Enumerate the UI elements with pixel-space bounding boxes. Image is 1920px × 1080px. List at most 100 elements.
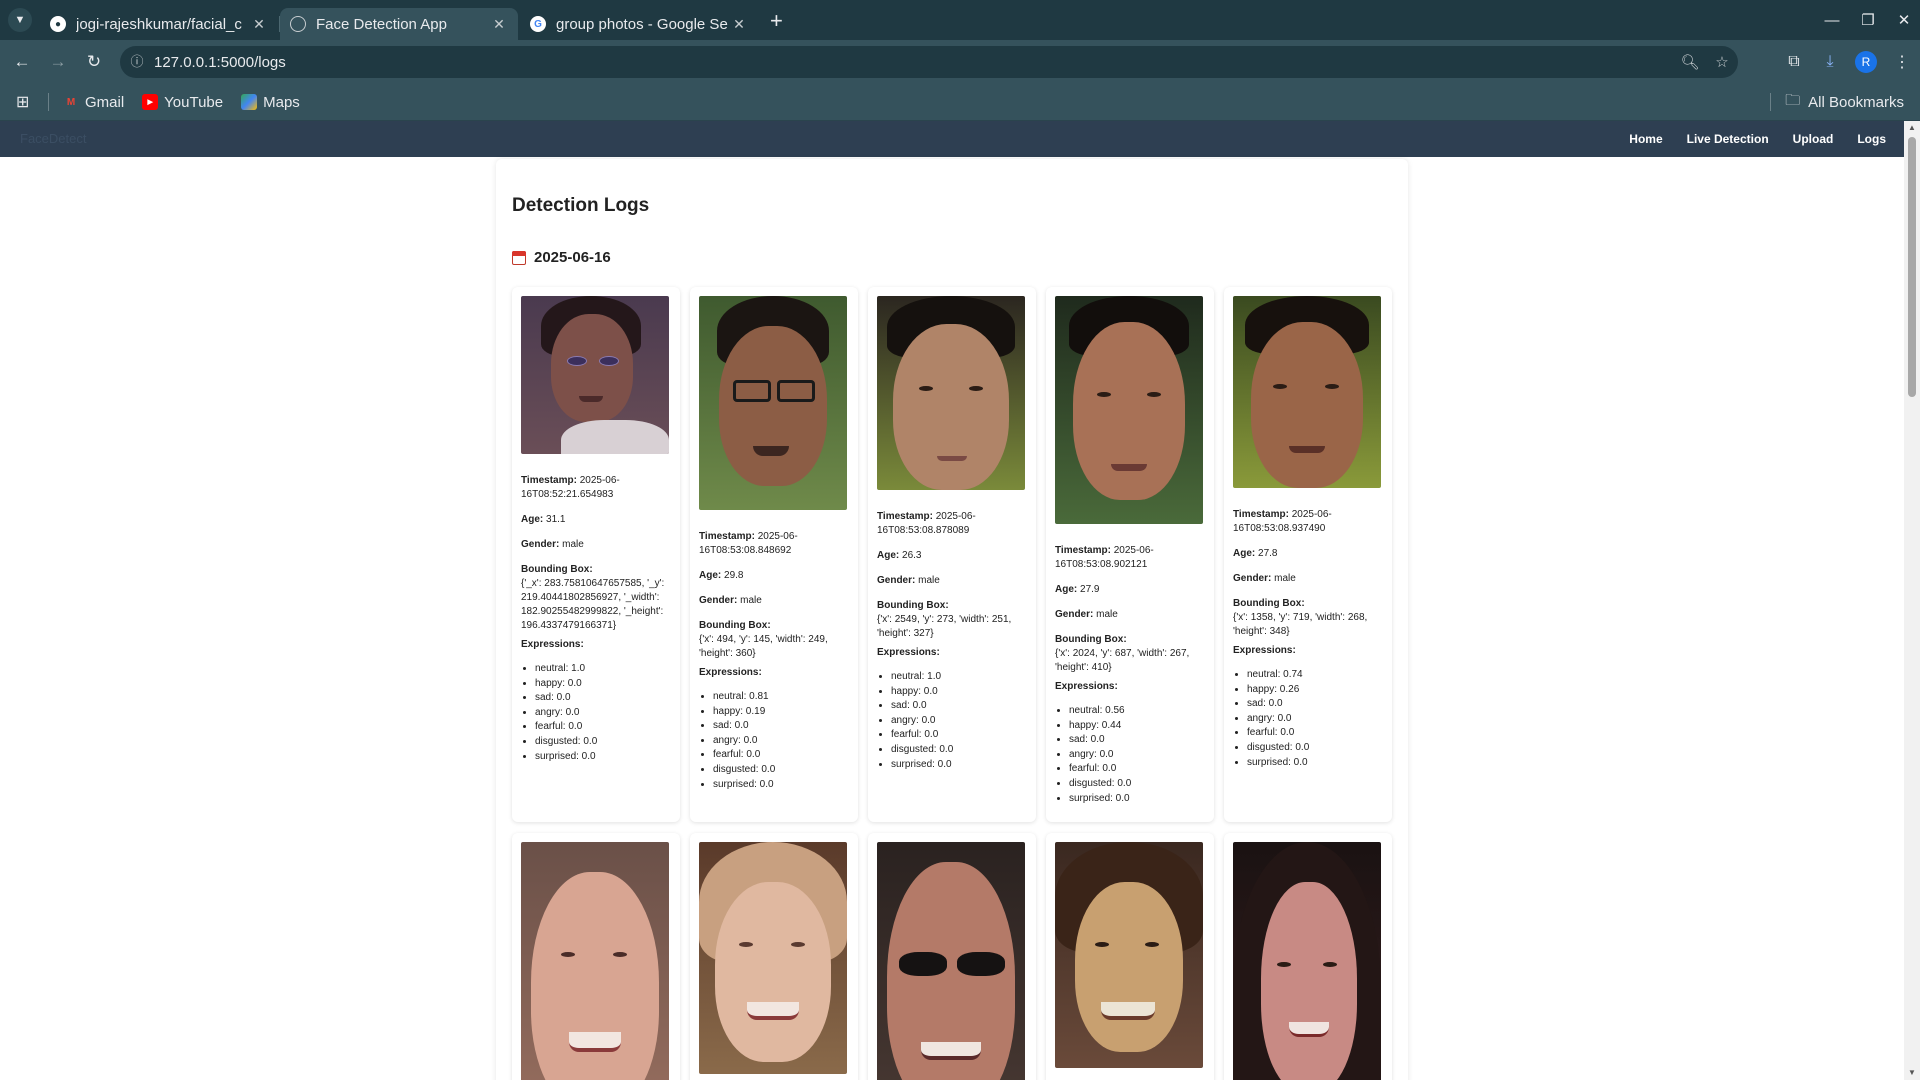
expression-item: surprised: 0.0 (891, 758, 1027, 773)
apps-grid-icon[interactable]: ⊞ (16, 92, 36, 112)
scrollbar-thumb[interactable] (1908, 137, 1916, 397)
close-icon[interactable]: ✕ (250, 16, 268, 33)
face-thumbnail (521, 296, 669, 454)
tab-github[interactable]: ● jogi-rajeshkumar/facial_c ✕ (40, 8, 280, 40)
bbox-label: Bounding Box: (1233, 598, 1305, 609)
youtube-icon: ▶ (142, 94, 159, 110)
gender-label: Gender: (1055, 609, 1094, 620)
bbox-value: {'x': 1358, 'y': 719, 'width': 268, 'hei… (1233, 612, 1368, 637)
timestamp-label: Timestamp: (877, 511, 933, 522)
all-bookmarks-button[interactable]: 🗀 All Bookmarks (1770, 84, 1904, 120)
nav-home[interactable]: Home (1629, 132, 1662, 146)
log-card: Timestamp: 2025-06-16T08:53:08.937490 Ag… (1224, 287, 1392, 822)
expression-item: happy: 0.26 (1247, 683, 1383, 698)
gender-value: male (740, 595, 762, 606)
download-icon[interactable]: ⤓ (1812, 53, 1848, 71)
bookmark-separator (48, 93, 49, 111)
bookmark-youtube[interactable]: ▶ YouTube (142, 94, 223, 111)
close-icon[interactable]: ✕ (730, 16, 748, 33)
gender-label: Gender: (1233, 573, 1272, 584)
page-viewport: FaceDetect Home Live Detection Upload Lo… (0, 121, 1904, 1080)
scroll-down-icon[interactable]: ▼ (1904, 1066, 1920, 1080)
gender-label: Gender: (699, 595, 738, 606)
forward-arrow-icon[interactable]: → (40, 52, 76, 72)
expression-item: fearful: 0.0 (891, 728, 1027, 743)
expression-item: angry: 0.0 (1247, 712, 1383, 727)
tab-google-search[interactable]: G group photos - Google Se ✕ (520, 8, 758, 40)
expressions-list: neutral: 1.0 happy: 0.0 sad: 0.0 angry: … (521, 662, 671, 764)
bookmark-label: Gmail (85, 93, 125, 111)
plus-icon: + (770, 8, 783, 33)
maximize-icon[interactable]: ❐ (1852, 11, 1884, 29)
face-thumbnail (877, 842, 1025, 1080)
tab-title: group photos - Google Se (556, 15, 728, 33)
expressions-list: neutral: 0.74 happy: 0.26 sad: 0.0 angry… (1233, 668, 1383, 770)
nav-upload[interactable]: Upload (1793, 132, 1834, 146)
close-icon[interactable]: ✕ (490, 16, 508, 33)
bookmark-separator (1770, 93, 1772, 111)
expression-item: fearful: 0.0 (535, 720, 671, 735)
expression-item: angry: 0.0 (891, 714, 1027, 729)
expression-item: happy: 0.0 (891, 685, 1027, 700)
bookmarks-bar: ⊞ M Gmail ▶ YouTube Maps 🗀 All Bookmarks (0, 84, 1920, 121)
expressions-list: neutral: 0.56 happy: 0.44 sad: 0.0 angry… (1055, 704, 1205, 806)
page-title: Detection Logs (512, 195, 650, 216)
address-bar[interactable]: ⓘ 127.0.0.1:5000/logs 🔍︎ ☆ (120, 46, 1738, 78)
back-arrow-icon[interactable]: ← (4, 52, 40, 72)
calendar-icon (512, 250, 526, 265)
log-card: Timestamp: 2025-06-16T08:53:08.878089 Ag… (868, 287, 1036, 822)
age-label: Age: (877, 550, 900, 561)
tab-face-detection[interactable]: Face Detection App ✕ (280, 8, 518, 40)
gmail-icon: M (66, 96, 76, 108)
all-bookmarks-label: All Bookmarks (1808, 93, 1904, 111)
log-card (868, 833, 1036, 1080)
nav-live-detection[interactable]: Live Detection (1687, 132, 1769, 146)
age-label: Age: (521, 514, 544, 525)
expression-item: disgusted: 0.0 (535, 735, 671, 750)
zoom-icon[interactable]: 🔍︎ (1674, 53, 1706, 71)
expression-item: sad: 0.0 (1069, 733, 1205, 748)
bbox-value: {'x': 2024, 'y': 687, 'width': 267, 'hei… (1055, 648, 1190, 673)
expression-item: surprised: 0.0 (713, 778, 849, 793)
timestamp-label: Timestamp: (521, 475, 577, 486)
maps-icon (241, 94, 258, 110)
close-window-icon[interactable]: ✕ (1888, 11, 1920, 29)
url-text[interactable]: 127.0.0.1:5000/logs (154, 54, 1674, 71)
bbox-label: Bounding Box: (1055, 634, 1127, 645)
site-info-icon[interactable]: ⓘ (120, 55, 154, 69)
profile-avatar[interactable]: R (1855, 51, 1877, 73)
face-thumbnail (877, 296, 1025, 490)
folder-icon: 🗀 (1785, 91, 1801, 109)
page-scrollbar[interactable]: ▲ ▼ (1904, 121, 1920, 1080)
more-menu-icon[interactable]: ⋮ (1884, 52, 1920, 72)
nav-logs[interactable]: Logs (1857, 132, 1886, 146)
scroll-up-icon[interactable]: ▲ (1904, 121, 1920, 135)
date-heading: 2025-06-16 (512, 249, 611, 266)
log-card: Timestamp: 2025-06-16T08:53:08.848692 Ag… (690, 287, 858, 822)
gender-value: male (918, 575, 940, 586)
bookmark-gmail[interactable]: M Gmail (63, 94, 124, 111)
expression-item: disgusted: 0.0 (1069, 777, 1205, 792)
timestamp-label: Timestamp: (1233, 509, 1289, 520)
face-thumbnail (1055, 296, 1203, 524)
app-navbar: FaceDetect Home Live Detection Upload Lo… (0, 121, 1904, 157)
expressions-list: neutral: 1.0 happy: 0.0 sad: 0.0 angry: … (877, 670, 1027, 772)
extensions-icon[interactable]: ⧉ (1776, 53, 1812, 71)
bookmark-label: YouTube (164, 93, 224, 111)
expressions-label: Expressions: (877, 647, 940, 658)
age-value: 31.1 (546, 514, 566, 525)
face-thumbnail (699, 296, 847, 510)
tab-strip: ▼ ● jogi-rajeshkumar/facial_c ✕ Face Det… (0, 0, 1920, 40)
minimize-icon[interactable]: — (1816, 12, 1848, 29)
tab-search-button[interactable]: ▼ (8, 8, 32, 32)
new-tab-button[interactable]: + (770, 8, 783, 34)
expression-item: neutral: 1.0 (535, 662, 671, 677)
bookmark-maps[interactable]: Maps (241, 94, 300, 111)
reload-icon[interactable]: ↻ (76, 52, 112, 72)
expression-item: happy: 0.0 (535, 677, 671, 692)
google-icon: G (530, 16, 546, 32)
bbox-label: Bounding Box: (699, 620, 771, 631)
bookmark-star-icon[interactable]: ☆ (1706, 53, 1738, 71)
app-brand[interactable]: FaceDetect (20, 131, 86, 146)
window-controls: — ❐ ✕ (1812, 0, 1920, 40)
